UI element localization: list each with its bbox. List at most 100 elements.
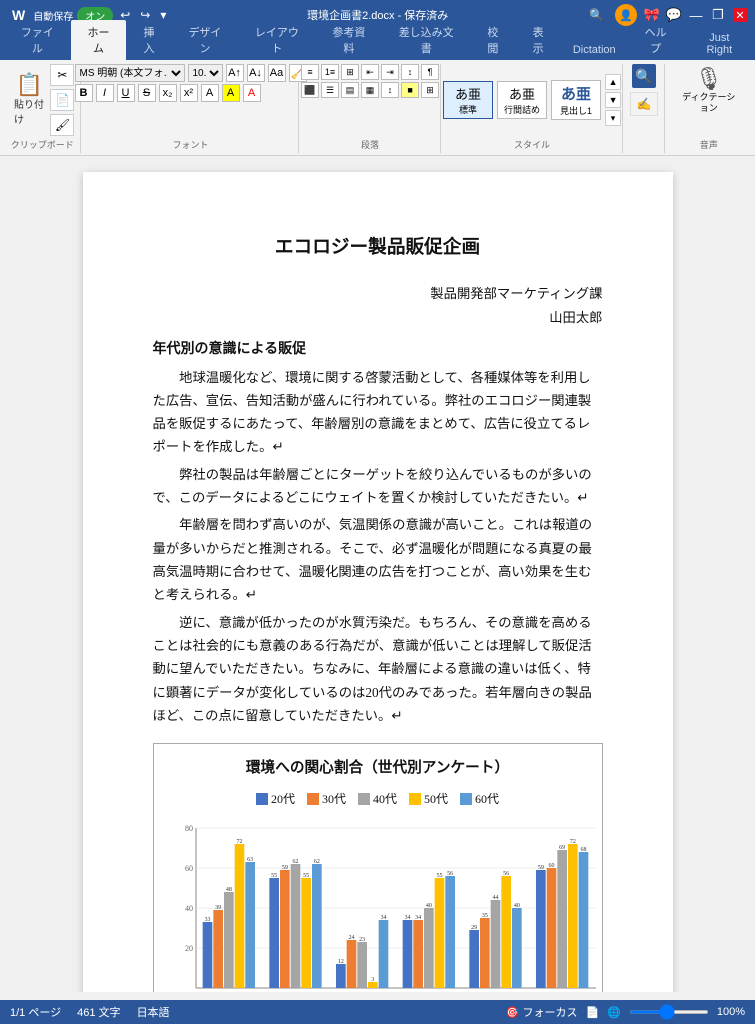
style-gyokan-preview: あ亜	[504, 84, 540, 103]
shading-button[interactable]: ■	[401, 82, 419, 98]
paste-button[interactable]: 📋 貼り付け	[10, 72, 48, 128]
tab-file[interactable]: ファイル	[4, 20, 71, 60]
decrease-indent-button[interactable]: ⇤	[361, 64, 379, 80]
text-highlight-button[interactable]: A	[222, 84, 240, 102]
meta-author: 山田太郎	[153, 306, 603, 330]
svg-text:59: 59	[537, 865, 543, 871]
bullets-button[interactable]: ≡	[301, 64, 319, 80]
legend-label-30代: 30代	[322, 789, 346, 809]
view-web-button[interactable]: 🌐	[607, 1006, 621, 1019]
multilevel-list-button[interactable]: ⊞	[341, 64, 359, 80]
strikethrough-button[interactable]: S	[138, 84, 156, 102]
subscript-button[interactable]: x₂	[159, 84, 177, 102]
status-bar-right: 🎯 フォーカス 📄 🌐 100%	[506, 1004, 745, 1020]
format-painter-button[interactable]: 🖌	[50, 114, 74, 136]
svg-text:48: 48	[225, 887, 231, 893]
tab-references[interactable]: 参考資料	[316, 20, 383, 60]
paragraph-label: 段落	[361, 138, 379, 151]
ribbon-content: 📋 貼り付け ✂ 📄 🖌 クリップボード MS 明朝 (本文フォ…	[0, 60, 755, 155]
font-grow-button[interactable]: A↑	[226, 64, 244, 82]
styles-group: あ亜 標準 あ亜 行間詰め あ亜 見出し1 ▲ ▼ ▾ スタイル	[443, 64, 623, 153]
bold-button[interactable]: B	[75, 84, 93, 102]
superscript-button[interactable]: x²	[180, 84, 198, 102]
svg-text:56: 56	[447, 871, 453, 877]
text-effects-button[interactable]: A	[201, 84, 219, 102]
svg-text:29: 29	[471, 925, 477, 931]
section-heading: 年代別の意識による販促	[153, 338, 603, 362]
legend-color-20代	[256, 793, 268, 805]
style-more-button[interactable]: ▾	[605, 110, 621, 126]
style-gyokan[interactable]: あ亜 行間詰め	[497, 81, 547, 119]
style-standard-preview: あ亜	[450, 84, 486, 103]
style-standard[interactable]: あ亜 標準	[443, 81, 493, 119]
show-marks-button[interactable]: ¶	[421, 64, 439, 80]
document-title: エコロジー製品販促企画	[153, 232, 603, 264]
bar-30代-温暖化	[213, 910, 223, 988]
font-color-button[interactable]: A	[243, 84, 261, 102]
bar-30代-生物	[413, 920, 423, 988]
align-left-button[interactable]: ⬛	[301, 82, 319, 98]
tab-design[interactable]: デザイン	[172, 20, 239, 60]
italic-button[interactable]: I	[96, 84, 114, 102]
bar-40代-水質汚染	[357, 942, 367, 988]
close-button[interactable]: ✕	[733, 8, 747, 22]
language: 日本語	[137, 1004, 170, 1020]
document-area[interactable]: エコロジー製品販促企画 製品開発部マーケティング課 山田太郎 年代別の意識による…	[0, 156, 755, 992]
svg-text:3: 3	[371, 977, 374, 983]
tab-home[interactable]: ホーム	[71, 20, 127, 60]
ribbon: ファイル ホーム 挿入 デザイン レイアウト 参考資料 差し込み文書 校閲 表示…	[0, 30, 755, 156]
tab-review[interactable]: 校閲	[470, 20, 515, 60]
increase-indent-button[interactable]: ⇥	[381, 64, 399, 80]
ribbon-tabs: ファイル ホーム 挿入 デザイン レイアウト 参考資料 差し込み文書 校閲 表示…	[0, 30, 755, 60]
svg-text:40: 40	[513, 903, 519, 909]
tab-help[interactable]: ヘルプ	[628, 20, 684, 60]
editor-button[interactable]: ✍	[630, 92, 658, 116]
paste-icon: 📋	[16, 74, 43, 96]
chart-svg: 204060803339487263温暖化5559625562住環境122423…	[166, 818, 606, 992]
legend-color-40代	[358, 793, 370, 805]
bar-50代-森林伐採	[501, 876, 511, 988]
view-print-button[interactable]: 📄	[585, 1006, 599, 1019]
tab-insert[interactable]: 挿入	[126, 20, 171, 60]
legend-color-60代	[460, 793, 472, 805]
tab-view[interactable]: 表示	[516, 20, 561, 60]
borders-button[interactable]: ⊞	[421, 82, 439, 98]
font-name-select[interactable]: MS 明朝 (本文フォ…	[75, 64, 185, 82]
style-midashi1[interactable]: あ亜 見出し1	[551, 80, 601, 120]
tab-layout[interactable]: レイアウト	[238, 20, 315, 60]
numbering-button[interactable]: 1≡	[321, 64, 339, 80]
justify-button[interactable]: ▦	[361, 82, 379, 98]
document-page[interactable]: エコロジー製品販促企画 製品開発部マーケティング課 山田太郎 年代別の意識による…	[83, 172, 673, 992]
cut-button[interactable]: ✂	[50, 64, 74, 86]
search-button[interactable]: 🔍	[586, 6, 607, 24]
font-shrink-button[interactable]: A↓	[247, 64, 265, 82]
dictation-button[interactable]: 🎙 ディクテーション	[673, 64, 745, 116]
page-info: 1/1 ページ	[10, 1004, 61, 1020]
style-scroll-down-button[interactable]: ▼	[605, 92, 621, 108]
bar-20代-生物	[402, 920, 412, 988]
tab-justright[interactable]: Just Right	[684, 28, 755, 60]
legend-color-30代	[307, 793, 319, 805]
change-case-button[interactable]: Aa	[268, 64, 286, 82]
svg-text:55: 55	[303, 873, 309, 879]
restore-button[interactable]: ❐	[711, 8, 725, 22]
font-size-select[interactable]: 10.5	[188, 64, 223, 82]
tab-mailings[interactable]: 差し込み文書	[382, 20, 470, 60]
minimize-button[interactable]: —	[689, 8, 703, 22]
bar-40代-住環境	[290, 864, 300, 988]
tab-dictation[interactable]: Dictation	[561, 40, 628, 60]
zoom-slider[interactable]	[629, 1010, 709, 1014]
svg-text:56: 56	[503, 871, 509, 877]
align-center-button[interactable]: ☰	[321, 82, 339, 98]
style-scroll-up-button[interactable]: ▲	[605, 74, 621, 90]
svg-text:40: 40	[425, 903, 431, 909]
copy-button[interactable]: 📄	[50, 89, 74, 111]
align-right-button[interactable]: ▤	[341, 82, 359, 98]
focus-label[interactable]: 🎯 フォーカス	[506, 1004, 578, 1020]
sort-button[interactable]: ↕	[401, 64, 419, 80]
line-spacing-button[interactable]: ↕	[381, 82, 399, 98]
underline-button[interactable]: U	[117, 84, 135, 102]
bar-50代-温暖化	[234, 844, 244, 988]
search-ribbon-button[interactable]: 🔍	[632, 64, 656, 88]
status-bar: 1/1 ページ 461 文字 日本語 🎯 フォーカス 📄 🌐 100%	[0, 1000, 755, 1024]
